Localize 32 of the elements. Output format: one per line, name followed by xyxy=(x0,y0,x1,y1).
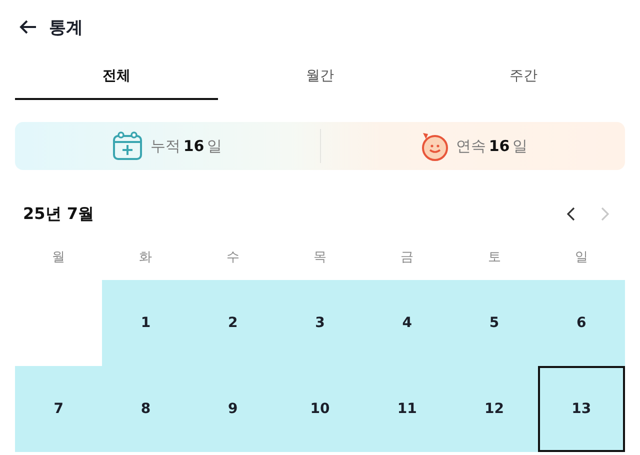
chevron-left-icon xyxy=(565,206,577,222)
back-arrow-icon xyxy=(19,19,37,35)
calendar-day[interactable]: 6 xyxy=(538,280,625,366)
weekday-label: 일 xyxy=(574,249,589,266)
calendar-day[interactable]: 10 xyxy=(276,366,364,452)
calendar-day[interactable]: 1 xyxy=(102,280,190,366)
weekday-label: 수 xyxy=(225,249,240,266)
calendar-day[interactable]: 3 xyxy=(276,280,364,366)
chevron-right-icon xyxy=(599,206,611,222)
page-title: 통계 xyxy=(49,16,83,38)
stat-text: 연속 16 일 xyxy=(456,136,528,156)
calendar-day[interactable]: 7 xyxy=(15,366,102,452)
weekday-label: 토 xyxy=(486,249,502,266)
calendar-day[interactable]: 4 xyxy=(364,280,451,366)
stat-text: 누적 16 일 xyxy=(150,136,222,156)
calendar-day[interactable]: 8 xyxy=(102,366,190,452)
weekday-label: 목 xyxy=(312,249,328,266)
weekday-label: 화 xyxy=(138,249,154,266)
back-button[interactable] xyxy=(19,19,37,35)
weekday-label: 금 xyxy=(400,249,415,266)
tab[interactable]: 월간 xyxy=(218,54,422,100)
calendar-plus-icon xyxy=(112,131,144,161)
calendar-day[interactable]: 11 xyxy=(364,366,451,452)
calendar-day[interactable]: 12 xyxy=(450,366,538,452)
calendar-day[interactable]: 2 xyxy=(189,280,276,366)
calendar-day[interactable]: 5 xyxy=(450,280,538,366)
tab[interactable]: 주간 xyxy=(422,54,625,100)
month-title: 25년 7월 xyxy=(23,204,94,224)
weekday-label: 월 xyxy=(51,249,66,266)
calendar-day[interactable]: 13 xyxy=(538,366,625,452)
calendar-day[interactable]: 9 xyxy=(189,366,276,452)
tab[interactable]: 전체 xyxy=(15,54,218,100)
